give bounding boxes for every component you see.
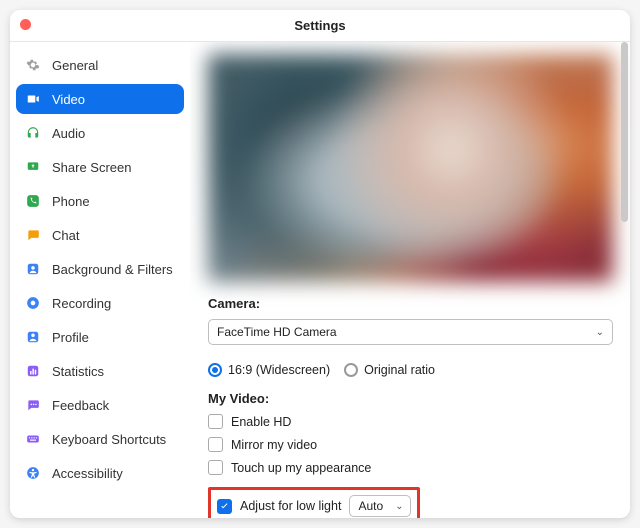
checkbox-icon bbox=[208, 414, 223, 429]
sidebar-item-phone[interactable]: Phone bbox=[16, 186, 184, 216]
adjust-low-light-label: Adjust for low light bbox=[240, 499, 341, 513]
profile-icon bbox=[24, 328, 42, 346]
adjust-low-light-option[interactable]: Adjust for low light bbox=[217, 499, 341, 514]
sidebar-item-chat[interactable]: Chat bbox=[16, 220, 184, 250]
sidebar-item-label: Profile bbox=[52, 330, 89, 345]
video-icon bbox=[24, 90, 42, 108]
ratio-original-option[interactable]: Original ratio bbox=[344, 363, 435, 377]
sidebar-item-accessibility[interactable]: Accessibility bbox=[16, 458, 184, 488]
titlebar: Settings bbox=[10, 10, 630, 42]
sidebar-item-share-screen[interactable]: Share Screen bbox=[16, 152, 184, 182]
camera-section-label: Camera: bbox=[208, 296, 612, 311]
sidebar-item-audio[interactable]: Audio bbox=[16, 118, 184, 148]
sidebar-item-profile[interactable]: Profile bbox=[16, 322, 184, 352]
my-video-section-label: My Video: bbox=[208, 391, 612, 406]
sidebar-item-label: Share Screen bbox=[52, 160, 132, 175]
ratio-widescreen-option[interactable]: 16:9 (Widescreen) bbox=[208, 363, 330, 377]
settings-window: Settings General Video Audio bbox=[10, 10, 630, 518]
enable-hd-option[interactable]: Enable HD bbox=[208, 414, 612, 429]
sidebar-item-label: Feedback bbox=[52, 398, 109, 413]
share-screen-icon bbox=[24, 158, 42, 176]
keyboard-icon bbox=[24, 430, 42, 448]
sidebar-item-statistics[interactable]: Statistics bbox=[16, 356, 184, 386]
camera-select-value: FaceTime HD Camera bbox=[217, 325, 337, 339]
checkbox-icon bbox=[217, 499, 232, 514]
accessibility-icon bbox=[24, 464, 42, 482]
sidebar-item-general[interactable]: General bbox=[16, 50, 184, 80]
chevron-down-icon: ⌄ bbox=[596, 327, 604, 338]
checkbox-icon bbox=[208, 460, 223, 475]
headphones-icon bbox=[24, 124, 42, 142]
enable-hd-label: Enable HD bbox=[231, 415, 291, 429]
low-light-mode-select[interactable]: Auto ⌄ bbox=[349, 495, 410, 517]
mirror-video-option[interactable]: Mirror my video bbox=[208, 437, 612, 452]
radio-icon bbox=[208, 363, 222, 377]
feedback-icon bbox=[24, 396, 42, 414]
touch-up-label: Touch up my appearance bbox=[231, 461, 371, 475]
camera-select[interactable]: FaceTime HD Camera ⌄ bbox=[208, 319, 613, 345]
sidebar-item-label: Keyboard Shortcuts bbox=[52, 432, 166, 447]
content-pane: Camera: FaceTime HD Camera ⌄ 16:9 (Wides… bbox=[190, 42, 630, 518]
sidebar-item-label: Accessibility bbox=[52, 466, 123, 481]
sidebar-item-label: Video bbox=[52, 92, 85, 107]
ratio-widescreen-label: 16:9 (Widescreen) bbox=[228, 363, 330, 377]
recording-icon bbox=[24, 294, 42, 312]
sidebar-item-label: General bbox=[52, 58, 98, 73]
video-preview bbox=[208, 54, 613, 282]
scrollbar-thumb[interactable] bbox=[621, 42, 628, 222]
sidebar-item-keyboard-shortcuts[interactable]: Keyboard Shortcuts bbox=[16, 424, 184, 454]
sidebar-item-video[interactable]: Video bbox=[16, 84, 184, 114]
phone-icon bbox=[24, 192, 42, 210]
low-light-highlight: Adjust for low light Auto ⌄ bbox=[208, 487, 420, 518]
background-filters-icon bbox=[24, 260, 42, 278]
scrollbar[interactable] bbox=[621, 42, 628, 510]
settings-body: General Video Audio Share Screen bbox=[10, 42, 630, 518]
window-controls bbox=[20, 19, 31, 30]
sidebar-item-label: Statistics bbox=[52, 364, 104, 379]
sidebar-item-label: Audio bbox=[52, 126, 85, 141]
low-light-mode-value: Auto bbox=[358, 499, 383, 513]
sidebar-item-recording[interactable]: Recording bbox=[16, 288, 184, 318]
sidebar-item-background-filters[interactable]: Background & Filters bbox=[16, 254, 184, 284]
close-window-button[interactable] bbox=[20, 19, 31, 30]
radio-icon bbox=[344, 363, 358, 377]
chevron-down-icon: ⌄ bbox=[395, 501, 403, 512]
ratio-original-label: Original ratio bbox=[364, 363, 435, 377]
sidebar-item-label: Recording bbox=[52, 296, 111, 311]
touch-up-option[interactable]: Touch up my appearance bbox=[208, 460, 612, 475]
chat-icon bbox=[24, 226, 42, 244]
sidebar: General Video Audio Share Screen bbox=[10, 42, 190, 518]
sidebar-item-label: Background & Filters bbox=[52, 262, 173, 277]
sidebar-item-feedback[interactable]: Feedback bbox=[16, 390, 184, 420]
checkbox-icon bbox=[208, 437, 223, 452]
gear-icon bbox=[24, 56, 42, 74]
mirror-video-label: Mirror my video bbox=[231, 438, 317, 452]
window-title: Settings bbox=[294, 18, 345, 33]
sidebar-item-label: Chat bbox=[52, 228, 79, 243]
sidebar-item-label: Phone bbox=[52, 194, 90, 209]
aspect-ratio-group: 16:9 (Widescreen) Original ratio bbox=[208, 355, 612, 385]
statistics-icon bbox=[24, 362, 42, 380]
